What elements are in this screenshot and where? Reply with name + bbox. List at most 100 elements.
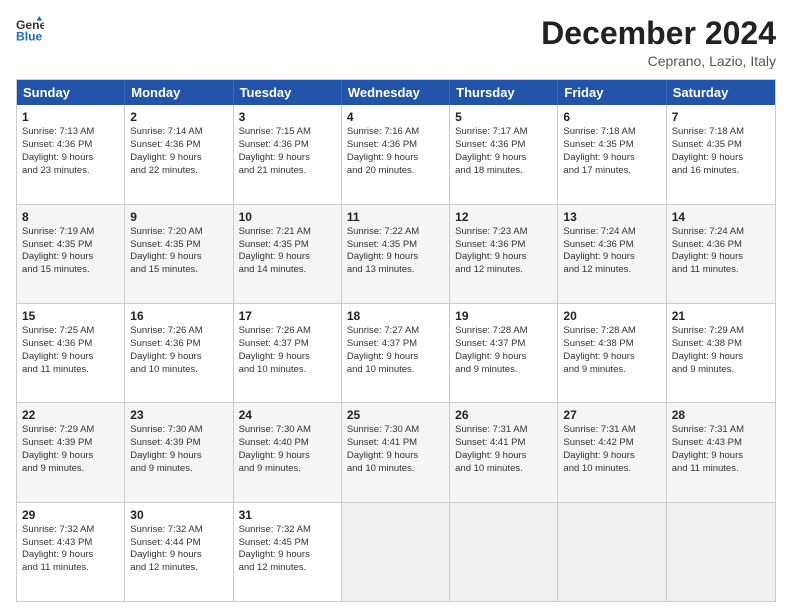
cal-cell: 25Sunrise: 7:30 AMSunset: 4:41 PMDayligh… <box>342 403 450 501</box>
title-block: December 2024 Ceprano, Lazio, Italy <box>541 16 776 69</box>
cell-text: and 15 minutes. <box>22 264 90 275</box>
cell-text: Daylight: 9 hours <box>455 251 526 262</box>
cell-text: Sunrise: 7:30 AM <box>130 424 202 435</box>
cell-text: and 10 minutes. <box>130 364 198 375</box>
cell-text: Daylight: 9 hours <box>455 450 526 461</box>
cal-cell <box>558 503 666 601</box>
cal-cell: 22Sunrise: 7:29 AMSunset: 4:39 PMDayligh… <box>17 403 125 501</box>
cell-text: and 22 minutes. <box>130 165 198 176</box>
cell-text: Sunset: 4:36 PM <box>347 139 417 150</box>
cell-text: Sunset: 4:36 PM <box>239 139 309 150</box>
cell-text: Sunrise: 7:31 AM <box>455 424 527 435</box>
cal-cell <box>667 503 775 601</box>
cell-text: Daylight: 9 hours <box>22 351 93 362</box>
cal-cell: 26Sunrise: 7:31 AMSunset: 4:41 PMDayligh… <box>450 403 558 501</box>
day-number: 2 <box>130 109 227 125</box>
cell-text: Sunset: 4:43 PM <box>672 437 742 448</box>
cell-text: Sunrise: 7:13 AM <box>22 126 94 137</box>
day-number: 25 <box>347 407 444 423</box>
day-number: 26 <box>455 407 552 423</box>
cell-text: Daylight: 9 hours <box>563 450 634 461</box>
day-number: 24 <box>239 407 336 423</box>
cal-cell: 27Sunrise: 7:31 AMSunset: 4:42 PMDayligh… <box>558 403 666 501</box>
cell-text: Daylight: 9 hours <box>239 251 310 262</box>
cell-text: Sunrise: 7:30 AM <box>239 424 311 435</box>
cal-header-cell: Friday <box>558 80 666 105</box>
cell-text: and 11 minutes. <box>672 463 739 474</box>
location: Ceprano, Lazio, Italy <box>541 53 776 69</box>
calendar-page: General Blue December 2024 Ceprano, Lazi… <box>0 0 792 612</box>
cell-text: Sunset: 4:36 PM <box>455 239 525 250</box>
cell-text: Sunrise: 7:17 AM <box>455 126 527 137</box>
cal-cell: 29Sunrise: 7:32 AMSunset: 4:43 PMDayligh… <box>17 503 125 601</box>
cell-text: and 12 minutes. <box>130 562 198 573</box>
cell-text: and 13 minutes. <box>347 264 415 275</box>
cell-text: Sunrise: 7:28 AM <box>563 325 635 336</box>
day-number: 30 <box>130 507 227 523</box>
cell-text: Sunset: 4:40 PM <box>239 437 309 448</box>
cal-cell: 30Sunrise: 7:32 AMSunset: 4:44 PMDayligh… <box>125 503 233 601</box>
cell-text: Daylight: 9 hours <box>130 351 201 362</box>
cell-text: Sunrise: 7:16 AM <box>347 126 419 137</box>
cell-text: Sunrise: 7:24 AM <box>563 226 635 237</box>
day-number: 29 <box>22 507 119 523</box>
cell-text: Daylight: 9 hours <box>672 152 743 163</box>
cell-text: Sunrise: 7:20 AM <box>130 226 202 237</box>
cell-text: Sunrise: 7:32 AM <box>239 524 311 535</box>
day-number: 15 <box>22 308 119 324</box>
cell-text: and 12 minutes. <box>455 264 523 275</box>
cell-text: and 9 minutes. <box>239 463 301 474</box>
cal-cell: 13Sunrise: 7:24 AMSunset: 4:36 PMDayligh… <box>558 205 666 303</box>
day-number: 5 <box>455 109 552 125</box>
cell-text: Daylight: 9 hours <box>239 549 310 560</box>
cell-text: and 12 minutes. <box>239 562 307 573</box>
cell-text: and 16 minutes. <box>672 165 740 176</box>
cal-cell: 5Sunrise: 7:17 AMSunset: 4:36 PMDaylight… <box>450 105 558 203</box>
cal-cell: 15Sunrise: 7:25 AMSunset: 4:36 PMDayligh… <box>17 304 125 402</box>
cal-cell: 14Sunrise: 7:24 AMSunset: 4:36 PMDayligh… <box>667 205 775 303</box>
day-number: 12 <box>455 209 552 225</box>
cell-text: and 14 minutes. <box>239 264 307 275</box>
cell-text: Sunrise: 7:32 AM <box>22 524 94 535</box>
cal-row: 29Sunrise: 7:32 AMSunset: 4:43 PMDayligh… <box>17 502 775 601</box>
cell-text: Sunset: 4:35 PM <box>22 239 92 250</box>
cal-cell: 7Sunrise: 7:18 AMSunset: 4:35 PMDaylight… <box>667 105 775 203</box>
cal-row: 15Sunrise: 7:25 AMSunset: 4:36 PMDayligh… <box>17 303 775 402</box>
cell-text: and 15 minutes. <box>130 264 198 275</box>
day-number: 9 <box>130 209 227 225</box>
cell-text: Sunrise: 7:24 AM <box>672 226 744 237</box>
calendar: SundayMondayTuesdayWednesdayThursdayFrid… <box>16 79 776 602</box>
cell-text: Sunset: 4:36 PM <box>130 139 200 150</box>
calendar-header-row: SundayMondayTuesdayWednesdayThursdayFrid… <box>17 80 775 105</box>
cell-text: Daylight: 9 hours <box>347 351 418 362</box>
cal-cell: 19Sunrise: 7:28 AMSunset: 4:37 PMDayligh… <box>450 304 558 402</box>
cell-text: and 10 minutes. <box>563 463 631 474</box>
day-number: 10 <box>239 209 336 225</box>
cell-text: Daylight: 9 hours <box>347 251 418 262</box>
cell-text: Daylight: 9 hours <box>22 450 93 461</box>
day-number: 14 <box>672 209 770 225</box>
cell-text: Sunset: 4:35 PM <box>347 239 417 250</box>
cell-text: and 9 minutes. <box>672 364 734 375</box>
cal-cell: 12Sunrise: 7:23 AMSunset: 4:36 PMDayligh… <box>450 205 558 303</box>
day-number: 27 <box>563 407 660 423</box>
cal-cell: 1Sunrise: 7:13 AMSunset: 4:36 PMDaylight… <box>17 105 125 203</box>
cal-cell <box>342 503 450 601</box>
cell-text: Sunrise: 7:26 AM <box>130 325 202 336</box>
day-number: 31 <box>239 507 336 523</box>
cell-text: Sunset: 4:35 PM <box>130 239 200 250</box>
cell-text: Sunrise: 7:18 AM <box>563 126 635 137</box>
cell-text: and 9 minutes. <box>563 364 625 375</box>
cell-text: and 17 minutes. <box>563 165 631 176</box>
day-number: 13 <box>563 209 660 225</box>
cell-text: Daylight: 9 hours <box>130 152 201 163</box>
cell-text: and 12 minutes. <box>563 264 631 275</box>
cal-cell: 3Sunrise: 7:15 AMSunset: 4:36 PMDaylight… <box>234 105 342 203</box>
cal-cell: 4Sunrise: 7:16 AMSunset: 4:36 PMDaylight… <box>342 105 450 203</box>
cell-text: Daylight: 9 hours <box>239 152 310 163</box>
cell-text: and 11 minutes. <box>672 264 739 275</box>
cell-text: Daylight: 9 hours <box>455 152 526 163</box>
cell-text: Sunset: 4:43 PM <box>22 537 92 548</box>
cell-text: Daylight: 9 hours <box>22 152 93 163</box>
cell-text: Daylight: 9 hours <box>22 251 93 262</box>
